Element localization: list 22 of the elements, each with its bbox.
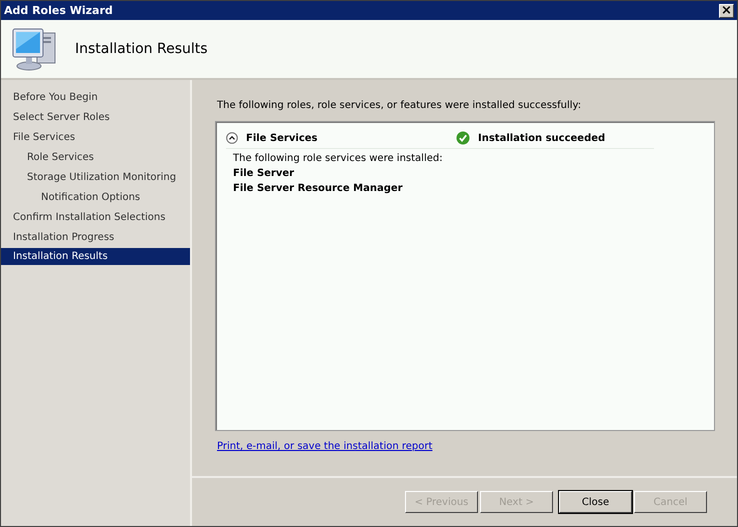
step-item[interactable]: Role Services xyxy=(1,148,190,168)
service-name: File Server Resource Manager xyxy=(233,182,404,196)
service-name: File Server xyxy=(233,167,296,181)
report-link[interactable]: Print, e-mail, or save the installation report xyxy=(217,441,432,452)
intro-text: The following roles, role services, or features were installed successfully: xyxy=(217,100,582,111)
window-title: Add Roles Wizard xyxy=(4,4,113,17)
note-text: The following role services were installed: xyxy=(233,152,444,166)
close-button[interactable]: × xyxy=(719,4,734,18)
step-item[interactable]: Storage Utilization Monitoring xyxy=(1,168,190,188)
step-item[interactable]: Before You Begin xyxy=(1,88,190,108)
step-item[interactable]: Confirm Installation Selections xyxy=(1,208,190,228)
wizard-button[interactable]: Close xyxy=(559,491,632,513)
step-item[interactable]: File Services xyxy=(1,128,190,148)
check-icon xyxy=(456,131,470,145)
step-item[interactable]: Installation Progress xyxy=(1,228,190,248)
step-item[interactable]: Select Server Roles xyxy=(1,108,190,128)
page-title: Installation Results xyxy=(75,41,208,57)
step-item[interactable]: Installation Results xyxy=(1,248,190,265)
status-text: Installation succeeded xyxy=(478,132,606,144)
collapse-icon[interactable] xyxy=(226,132,238,144)
role-name: File Services xyxy=(246,132,318,144)
step-item[interactable]: Notification Options xyxy=(1,188,190,208)
